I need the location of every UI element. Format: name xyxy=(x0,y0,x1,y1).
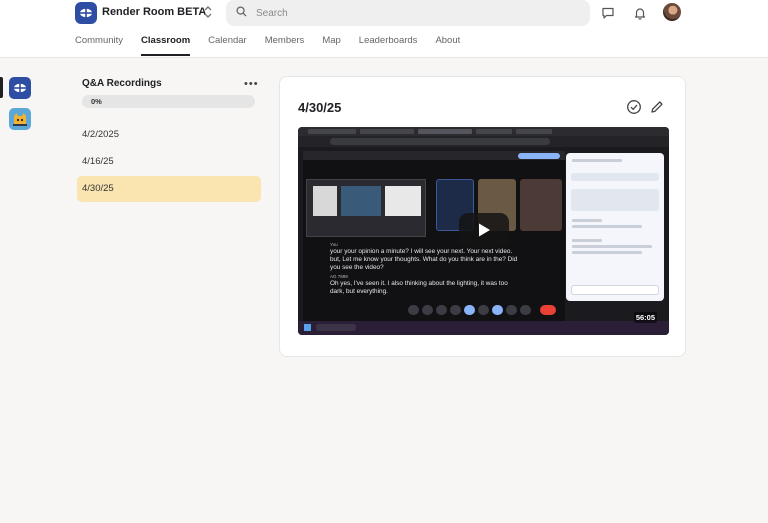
more-options-icon[interactable]: ••• xyxy=(244,78,259,90)
chat-icon[interactable] xyxy=(600,5,616,21)
video-browser-tabs xyxy=(298,127,669,136)
tab-classroom[interactable]: Classroom xyxy=(141,34,191,58)
bell-icon[interactable] xyxy=(632,5,648,21)
lesson-item-4-2-2025[interactable]: 4/2/2025 xyxy=(77,122,261,148)
play-icon xyxy=(479,223,490,237)
render-room-group-icon xyxy=(14,83,26,93)
mark-complete-icon[interactable] xyxy=(626,99,642,115)
progress-label: 0% xyxy=(91,97,102,106)
caption-line-5: dark, but everything. xyxy=(330,288,388,295)
tab-about[interactable]: About xyxy=(435,34,460,58)
tab-community[interactable]: Community xyxy=(75,34,123,58)
app-title[interactable]: Render Room BETA xyxy=(102,6,206,18)
video-duration: 56:05 xyxy=(633,312,657,323)
rail-group-render-room[interactable] xyxy=(9,77,31,99)
edit-pencil-icon[interactable] xyxy=(649,99,665,115)
search-bar[interactable] xyxy=(226,0,590,26)
video-taskbar xyxy=(298,321,669,335)
caption-line-2: but, Let me know your thoughts. What do … xyxy=(330,256,518,263)
play-button[interactable] xyxy=(459,213,509,247)
video-player[interactable]: You your your opinion a minute? I will s… xyxy=(298,127,669,335)
rail-group-cat[interactable] xyxy=(9,108,31,130)
search-icon xyxy=(236,4,247,22)
lesson-content-card: 4/30/25 You your your opinion a minute? … xyxy=(279,76,686,357)
caption-speaker-2: AG 7899 xyxy=(330,274,348,279)
caption-line-4: Oh yes, I've seen it. I also thinking ab… xyxy=(330,280,508,287)
search-input[interactable] xyxy=(256,7,556,19)
lesson-title: 4/30/25 xyxy=(298,100,342,115)
lesson-item-4-16-25[interactable]: 4/16/25 xyxy=(77,149,261,175)
render-room-logo-icon[interactable] xyxy=(75,2,97,24)
video-shared-screen xyxy=(306,179,426,237)
tab-map[interactable]: Map xyxy=(322,34,340,58)
user-avatar[interactable] xyxy=(663,3,681,21)
video-chat-panel xyxy=(566,153,664,301)
tab-calendar[interactable]: Calendar xyxy=(208,34,247,58)
caption-line-1: your your opinion a minute? I will see y… xyxy=(330,248,513,255)
tab-members[interactable]: Members xyxy=(265,34,305,58)
top-header: Render Room BETA Community Classroom Cal… xyxy=(0,0,768,58)
lesson-item-4-30-25[interactable]: 4/30/25 xyxy=(77,176,261,202)
module-progress-bar: 0% xyxy=(82,95,255,108)
module-title: Q&A Recordings xyxy=(82,78,162,89)
caption-speaker-1: You xyxy=(330,242,338,247)
tab-leaderboards[interactable]: Leaderboards xyxy=(359,34,418,58)
group-switcher-icon[interactable] xyxy=(202,5,214,21)
main-nav: Community Classroom Calendar Members Map… xyxy=(75,34,478,58)
cat-group-icon xyxy=(13,113,27,126)
caption-line-3: you see the video? xyxy=(330,264,384,271)
rail-active-indicator xyxy=(0,77,3,98)
